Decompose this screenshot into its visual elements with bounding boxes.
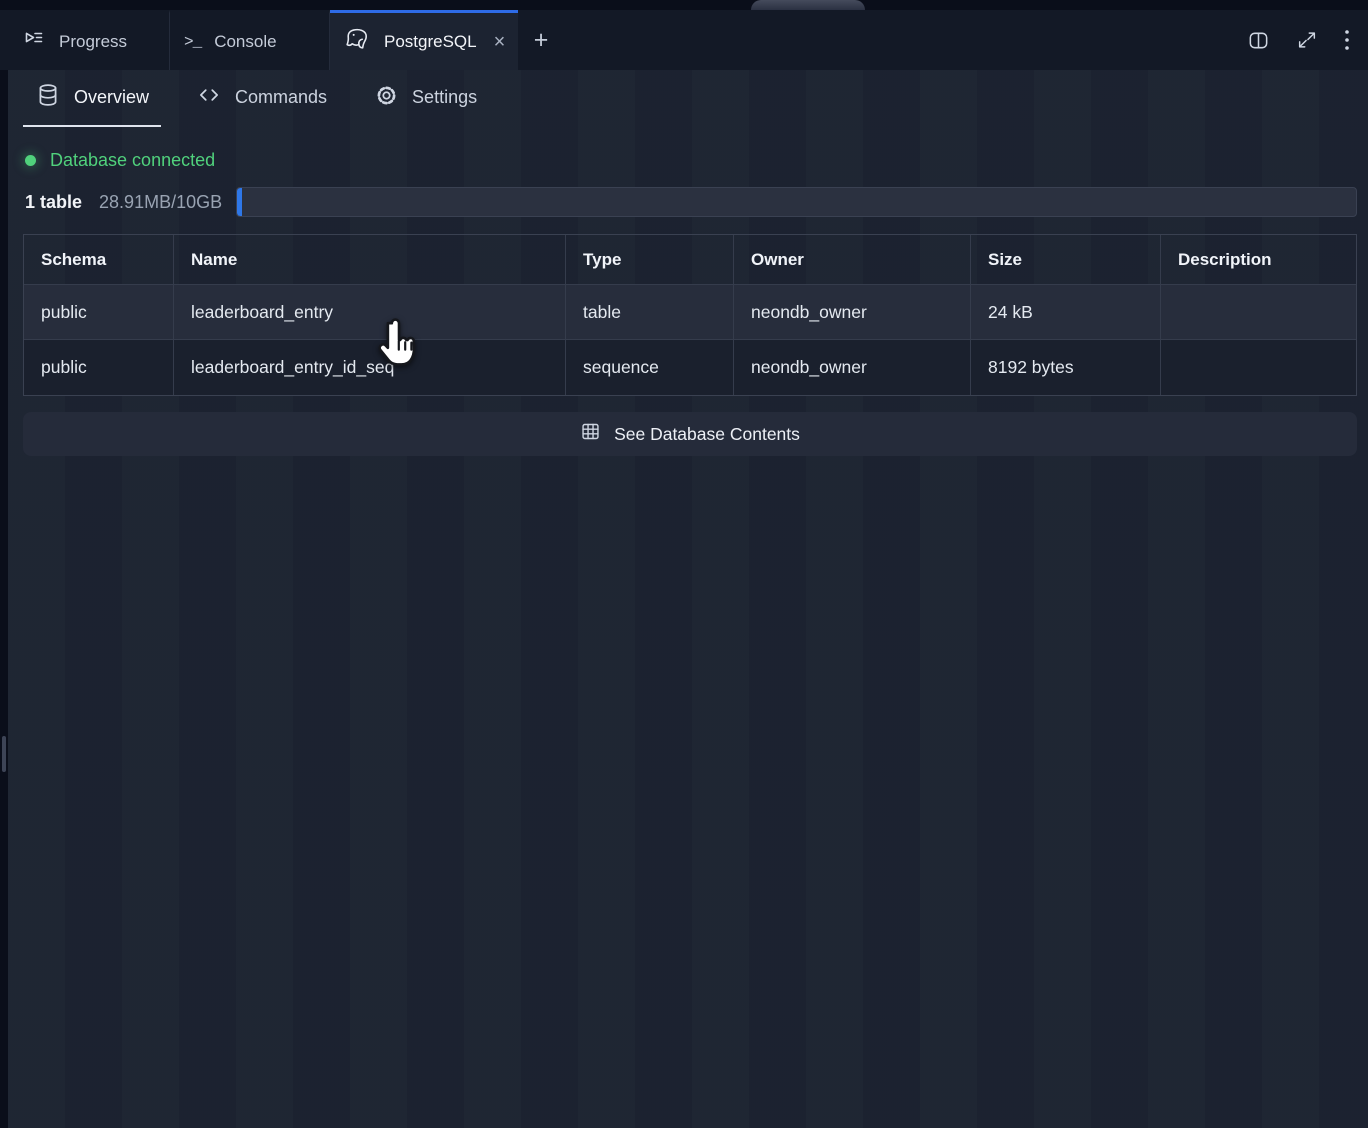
tab-postgresql[interactable]: PostgreSQL ×	[330, 10, 518, 70]
tab-progress[interactable]: Progress	[0, 10, 170, 70]
table-count: 1 table	[25, 192, 82, 213]
table-row-cell[interactable]: neondb_owner	[734, 340, 971, 395]
close-tab-icon[interactable]: ×	[490, 30, 510, 54]
column-header-schema: Schema	[24, 235, 174, 285]
subnav-label: Settings	[412, 87, 477, 108]
column-header-description: Description	[1161, 235, 1356, 285]
expand-icon[interactable]	[1296, 29, 1318, 51]
tab-console[interactable]: >_ Console	[170, 10, 330, 70]
column-header-type: Type	[566, 235, 734, 285]
table-row-cell[interactable]	[1161, 285, 1356, 340]
table-row-cell[interactable]: leaderboard_entry_id_seq	[174, 340, 566, 395]
storage-progress-bar	[236, 187, 1357, 217]
tab-label: PostgreSQL	[384, 32, 477, 52]
usage-row: 1 table 28.91MB/10GB	[23, 187, 1357, 217]
database-icon	[35, 82, 61, 113]
subnav-overview[interactable]: Overview	[23, 70, 161, 127]
terminal-icon: >_	[184, 33, 201, 51]
connection-status: Database connected	[23, 150, 1357, 171]
subnav-commands[interactable]: Commands	[184, 70, 339, 127]
table-grid-icon	[580, 421, 601, 447]
status-message: Database connected	[50, 150, 215, 171]
subnav-settings[interactable]: Settings	[362, 70, 489, 127]
table-row-cell[interactable]: public	[24, 340, 174, 395]
button-label: See Database Contents	[614, 424, 800, 445]
overflow-menu-icon[interactable]	[1344, 28, 1350, 52]
column-header-owner: Owner	[734, 235, 971, 285]
floating-bar-edge	[751, 0, 865, 10]
table-row-cell[interactable]: leaderboard_entry	[174, 285, 566, 340]
status-dot-icon	[25, 155, 36, 166]
column-header-name: Name	[174, 235, 566, 285]
subnav-label: Commands	[235, 87, 327, 108]
table-row-cell[interactable]: neondb_owner	[734, 285, 971, 340]
column-header-size: Size	[971, 235, 1161, 285]
storage-progress-fill	[237, 188, 242, 216]
overview-content: Database connected 1 table 28.91MB/10GB …	[8, 150, 1368, 456]
top-window-strip	[0, 0, 1368, 10]
subnav-label: Overview	[74, 87, 149, 108]
postgresql-elephant-icon	[344, 26, 371, 58]
postgresql-panel: Overview Commands Settings Database conn	[8, 70, 1368, 1128]
panel-subnav: Overview Commands Settings	[8, 70, 1368, 127]
table-row-cell[interactable]: public	[24, 285, 174, 340]
gear-icon	[374, 83, 399, 113]
split-view-icon[interactable]	[1247, 29, 1270, 52]
table-row-cell[interactable]: table	[566, 285, 734, 340]
pane-tab-bar: Progress >_ Console PostgreSQL × +	[0, 10, 1368, 70]
code-icon	[196, 82, 222, 113]
left-edge-strip	[0, 10, 8, 1128]
storage-usage: 28.91MB/10GB	[99, 192, 222, 213]
table-row-cell[interactable]	[1161, 340, 1356, 395]
database-objects-table: Schema Name Type Owner Size Description …	[23, 234, 1357, 396]
new-tab-button[interactable]: +	[518, 10, 564, 70]
tab-label: Console	[214, 32, 276, 52]
window-actions	[1247, 10, 1368, 70]
see-database-contents-button[interactable]: See Database Contents	[23, 412, 1357, 456]
table-row-cell[interactable]: sequence	[566, 340, 734, 395]
table-row-cell[interactable]: 24 kB	[971, 285, 1161, 340]
table-row-cell[interactable]: 8192 bytes	[971, 340, 1161, 395]
panel-drag-handle[interactable]	[2, 736, 6, 772]
tab-label: Progress	[59, 32, 127, 52]
progress-list-icon	[22, 27, 46, 56]
